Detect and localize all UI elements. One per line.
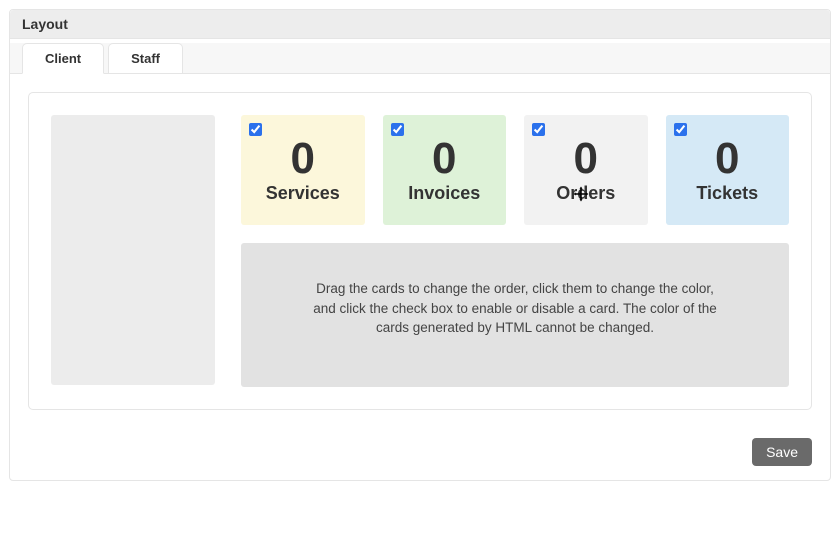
card-invoices[interactable]: 0 Invoices [383, 115, 507, 225]
layout-panel: Layout Client Staff 0 Services 0 [9, 9, 831, 481]
card-services-checkbox[interactable] [249, 123, 262, 136]
card-orders-checkbox[interactable] [532, 123, 545, 136]
right-column: 0 Services 0 Invoices 0 Orders [241, 115, 789, 387]
footer-actions: Save [10, 428, 830, 480]
card-orders-value: 0 [574, 137, 598, 181]
card-services[interactable]: 0 Services [241, 115, 365, 225]
card-invoices-value: 0 [432, 137, 456, 181]
card-tickets-checkbox[interactable] [674, 123, 687, 136]
panel-body: 0 Services 0 Invoices 0 Orders [10, 74, 830, 428]
save-button[interactable]: Save [752, 438, 812, 466]
instructions-text: Drag the cards to change the order, clic… [305, 279, 725, 338]
card-tickets[interactable]: 0 Tickets [666, 115, 790, 225]
cards-row: 0 Services 0 Invoices 0 Orders [241, 115, 789, 225]
tabs: Client Staff [22, 43, 818, 73]
tabs-bar: Client Staff [10, 43, 830, 74]
card-services-label: Services [266, 183, 340, 204]
tab-client[interactable]: Client [22, 43, 104, 74]
layout-box: 0 Services 0 Invoices 0 Orders [28, 92, 812, 410]
card-tickets-value: 0 [715, 137, 739, 181]
instructions-box: Drag the cards to change the order, clic… [241, 243, 789, 387]
card-invoices-checkbox[interactable] [391, 123, 404, 136]
tab-staff[interactable]: Staff [108, 43, 183, 73]
card-orders-label: Orders [556, 183, 615, 204]
sidebar-placeholder[interactable] [51, 115, 215, 385]
card-invoices-label: Invoices [408, 183, 480, 204]
card-orders[interactable]: 0 Orders [524, 115, 648, 225]
card-tickets-label: Tickets [696, 183, 758, 204]
panel-title: Layout [10, 10, 830, 39]
card-services-value: 0 [291, 137, 315, 181]
